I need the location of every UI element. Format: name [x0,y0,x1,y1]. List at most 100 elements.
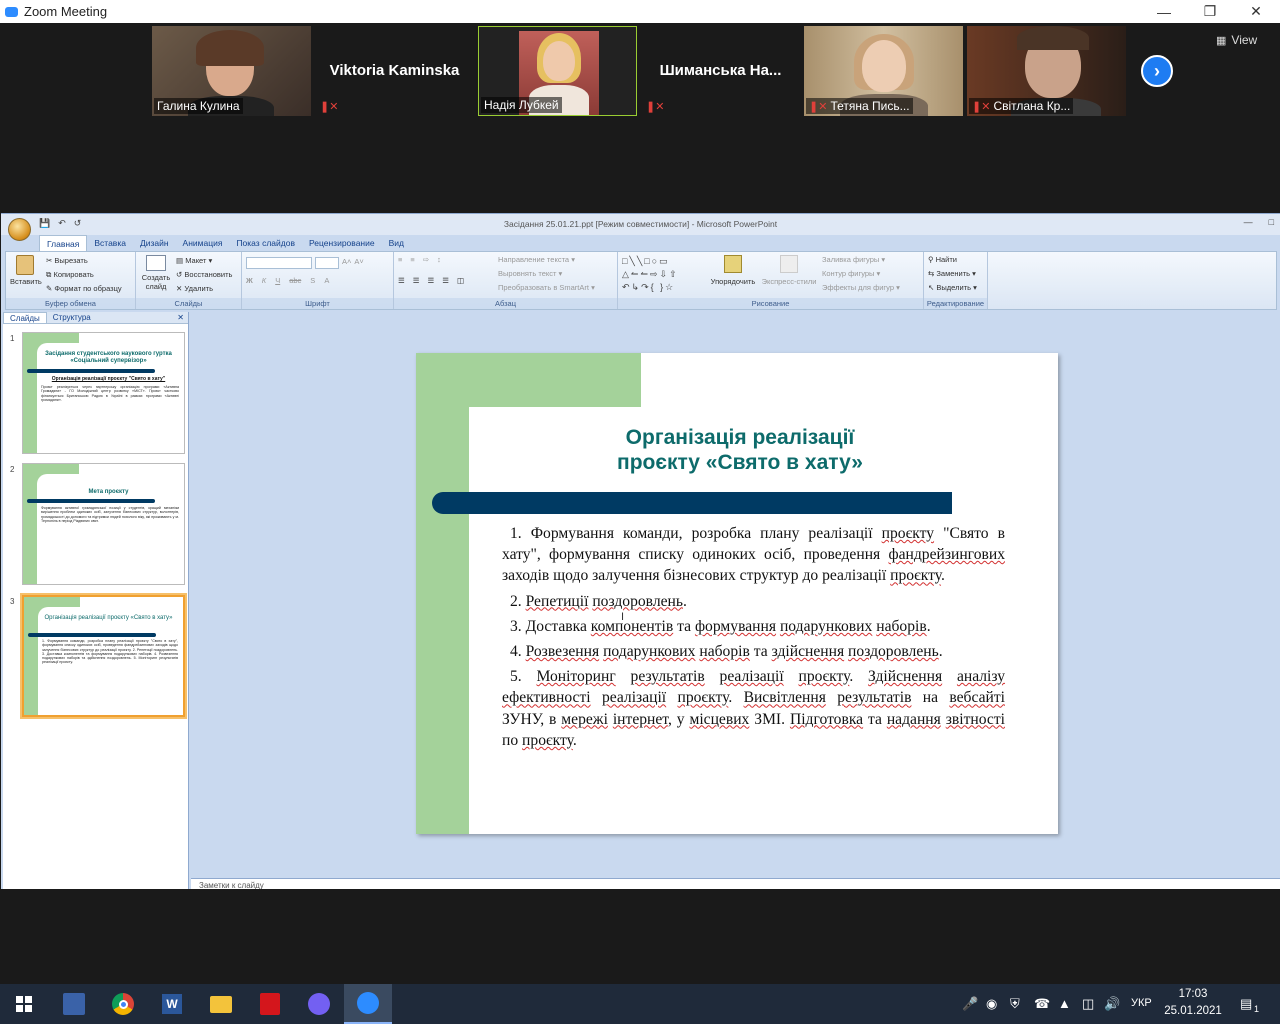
replace-button[interactable]: ⇆ Заменить ▾ [928,267,977,281]
notifications-icon[interactable]: ▤ [1240,996,1252,1012]
slides-panel: Слайды Структура ✕ 1 Засідання студентсь… [3,312,189,890]
participant-tile[interactable]: ❚✕ Світлана Кр... [967,26,1126,116]
clock[interactable]: 17:03 25.01.2021 [1160,986,1226,1020]
copy-icon: ⧉ [46,270,52,279]
shadow-icon[interactable]: S [310,276,315,285]
slide-thumbnail-selected[interactable]: 3 Організація реалізації проєкту «Свято … [8,595,188,721]
tab-slides[interactable]: Слайды [3,312,47,323]
underline-icon[interactable]: Ч [275,276,280,285]
layout-button[interactable]: ▤ Макет ▾ [176,254,232,268]
shape-fill-button[interactable]: Заливка фигуры ▾ [822,253,900,267]
editing-group: ⚲ Найти ⇆ Заменить ▾ ↖ Выделить ▾ Редакт… [924,252,988,309]
text-cursor-icon: I [621,611,625,623]
redo-icon[interactable]: ↺ [74,218,82,229]
font-name-box[interactable] [246,257,312,269]
numbering-icon[interactable]: ≡ [410,255,414,264]
participant-tile[interactable]: Viktoria Kaminska ❚✕ [315,26,474,116]
arrange-icon [724,255,742,273]
columns-icon[interactable]: ◫ [457,276,464,285]
shrink-font-icon[interactable]: A˅ [354,257,363,269]
next-page-button[interactable]: › [1141,55,1173,87]
text-direction-button[interactable]: Направление текста ▾ [498,253,595,267]
participant-tile[interactable]: Шиманська На... ❚✕ [641,26,800,116]
participant-tile[interactable]: Галина Кулина [152,26,311,116]
minimize-button[interactable]: — [1141,0,1187,23]
ppt-maximize-button[interactable]: □ [1269,217,1274,227]
slide-title[interactable]: Організація реалізації проєкту «Свято в … [558,425,922,475]
bullets-icon[interactable]: ≡ [398,255,402,264]
shared-powerpoint-window: Засідання 25.01.21.ppt [Режим совместимо… [1,213,1280,890]
align-text-button[interactable]: Выровнять текст ▾ [498,267,595,281]
font-color-icon[interactable]: A [324,276,329,285]
taskbar-save-app[interactable] [50,984,98,1024]
tab-insert[interactable]: Вставка [87,235,133,251]
save-icon[interactable]: 💾 [39,218,50,229]
language-indicator[interactable]: УКР [1131,997,1152,1009]
current-slide[interactable]: Організація реалізації проєкту «Свято в … [416,353,1058,834]
shape-effects-button[interactable]: Эффекты для фигур ▾ [822,281,900,295]
restore-button[interactable]: ❐ [1187,0,1233,23]
taskbar-zoom[interactable] [344,984,392,1024]
justify-icon[interactable]: ☰ [442,276,449,285]
participant-tile-active[interactable]: Надія Лубкей [478,26,637,116]
ppt-minimize-button[interactable]: — [1244,217,1253,227]
italic-icon[interactable]: К [262,276,266,285]
windows-taskbar: W 🎤 ◉ ⛨ ☎ ▲ ◫ 🔊 УКР 17:03 25.01.2021 ▤ 1 [0,984,1280,1024]
network-icon[interactable]: ◫ [1082,996,1094,1012]
align-right-icon[interactable]: ☰ [427,276,434,285]
bold-icon[interactable]: Ж [246,276,253,285]
select-button[interactable]: ↖ Выделить ▾ [928,281,977,295]
tab-review[interactable]: Рецензирование [302,235,382,251]
grow-font-icon[interactable]: A˄ [342,257,351,269]
nvidia-icon[interactable]: ▲ [1058,996,1071,1011]
viber-tray-icon[interactable]: ☎ [1034,996,1050,1012]
microphone-icon[interactable]: 🎤 [962,996,978,1012]
slide-thumbnail[interactable]: 1 Засідання студентського наукового гурт… [8,332,188,458]
arrange-button[interactable]: Упорядочить [710,255,756,286]
tab-outline[interactable]: Структура [47,312,97,323]
group-label: Редактирование [924,298,987,309]
taskbar-viber[interactable] [295,984,343,1024]
delete-slide-button[interactable]: ✕ Удалить [176,282,232,296]
copy-button[interactable]: ⧉ Копировать [46,268,122,282]
reset-button[interactable]: ↺ Восстановить [176,268,232,282]
start-button[interactable] [0,984,48,1024]
new-slide-button[interactable]: Создать слайд [140,255,172,291]
tab-home[interactable]: Главная [39,235,88,251]
taskbar-acrobat[interactable] [246,984,294,1024]
shape-outline-button[interactable]: Контур фигуры ▾ [822,267,900,281]
tab-slideshow[interactable]: Показ слайдов [229,235,302,251]
slide-body-text[interactable]: 1. Формування команди, розробка плану ре… [502,523,1005,755]
taskbar-chrome[interactable] [99,984,147,1024]
zoom-tray-icon[interactable]: ◉ [986,996,997,1012]
line-spacing-icon[interactable]: ↕ [437,255,441,264]
view-button[interactable]: ▦ View [1216,33,1257,47]
cut-button[interactable]: ✂ Вырезать [46,254,122,268]
find-button[interactable]: ⚲ Найти [928,253,977,267]
format-painter-button[interactable]: ✎ Формат по образцу [46,282,122,296]
participant-tile[interactable]: ❚✕ Тетяна Пись... [804,26,963,116]
align-left-icon[interactable]: ☰ [398,276,405,285]
tab-view[interactable]: Вид [382,235,411,251]
paste-button[interactable]: Вставить [10,255,42,286]
tab-animation[interactable]: Анимация [176,235,230,251]
close-panel-icon[interactable]: ✕ [171,312,188,323]
slide-thumbnail[interactable]: 2 Мета проєкту Формування активної грома… [8,463,188,589]
chrome-icon [112,993,134,1015]
muted-indicator: ❚✕ [317,98,344,114]
quick-styles-button[interactable]: Экспресс-стили [760,255,818,286]
close-button[interactable]: ✕ [1233,0,1279,23]
undo-icon[interactable]: ↶ [58,218,66,229]
taskbar-word[interactable]: W [148,984,196,1024]
shield-icon[interactable]: ⛨ [1010,996,1020,1012]
word-icon: W [162,994,182,1014]
taskbar-explorer[interactable] [197,984,245,1024]
smartart-button[interactable]: Преобразовать в SmartArt ▾ [498,281,595,295]
font-size-box[interactable] [315,257,339,269]
align-center-icon[interactable]: ☰ [413,276,420,285]
shapes-gallery[interactable]: □╲╲□○▭ △↼↼⇨⇩⇧ ↶↳↷{ }☆ [622,255,706,294]
strikethrough-icon[interactable]: abc [289,276,301,285]
tab-design[interactable]: Дизайн [133,235,176,251]
indent-icon[interactable]: ⇨ [423,255,429,264]
volume-icon[interactable]: 🔊 [1104,996,1120,1012]
